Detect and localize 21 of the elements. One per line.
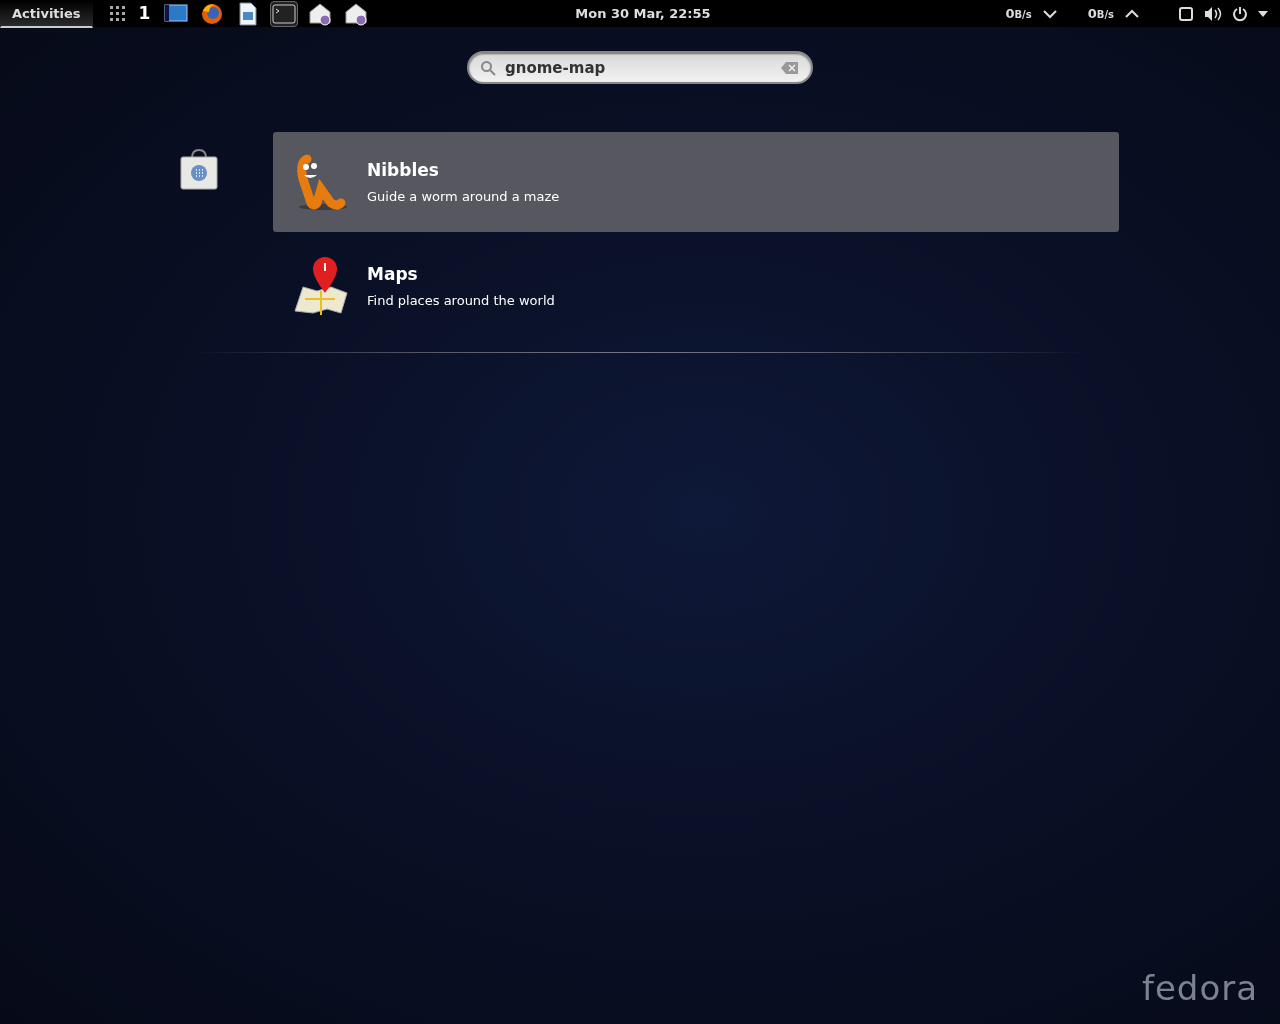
search-field[interactable]: gnome-map xyxy=(467,51,813,84)
network-speed: 0B/s xyxy=(1005,4,1032,23)
dropdown-arrow-icon xyxy=(1258,10,1268,17)
app-name: Nibbles xyxy=(367,158,440,182)
wallpaper-logo: fedora xyxy=(1141,967,1258,1010)
workspace-number[interactable]: 1 xyxy=(138,0,151,27)
clock[interactable]: Mon 30 Mar, 22:55 xyxy=(370,3,916,24)
search-icon xyxy=(480,60,496,76)
app-description: Guide a worm around a maze xyxy=(367,188,560,206)
search-result[interactable]: Maps Find places around the world xyxy=(273,236,1119,336)
power-icon xyxy=(1232,5,1248,22)
search-result[interactable]: Nibbles Guide a worm around a maze xyxy=(273,132,1119,232)
activities-button[interactable]: Activities xyxy=(0,0,93,29)
app-grid-icon[interactable] xyxy=(108,4,127,23)
terminal-icon xyxy=(272,1,297,26)
shopping-bag-icon xyxy=(180,148,218,190)
app-description: Find places around the world xyxy=(367,292,555,310)
speaker-icon xyxy=(1204,5,1222,22)
square-icon xyxy=(1178,5,1194,22)
network-speed: 0B/s xyxy=(1087,4,1114,23)
app-name: Maps xyxy=(367,262,419,286)
